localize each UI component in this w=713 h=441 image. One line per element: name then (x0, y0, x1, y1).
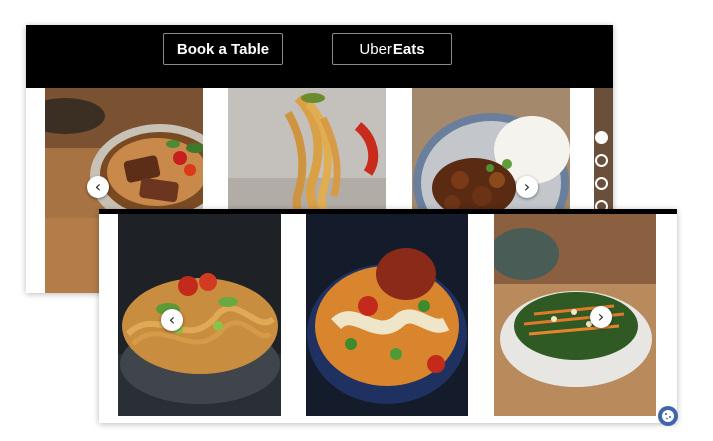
next-arrow-button[interactable]: › (516, 176, 538, 198)
prev-arrow-button[interactable]: ‹ (87, 176, 109, 198)
cookie-settings-button[interactable] (658, 406, 678, 426)
uber-label: Uber (359, 40, 392, 58)
pagination-dot-3[interactable] (595, 177, 608, 190)
noodle-salad-photo (118, 214, 281, 416)
book-a-table-button[interactable]: Book a Table (163, 33, 283, 65)
pagination-dot-1[interactable] (595, 131, 608, 144)
bottom-carousel-card: ‹ › (99, 209, 677, 423)
eats-label: Eats (392, 40, 425, 58)
prev-arrow-button-bottom[interactable]: ‹ (161, 309, 183, 331)
chevron-left-icon: ‹ (94, 177, 102, 196)
cookie-icon (662, 410, 674, 422)
sesame-greens-salad-photo (494, 214, 656, 416)
book-a-table-label: Book a Table (176, 40, 270, 58)
chevron-right-icon: › (597, 307, 605, 326)
carousel-slide-curry-soup[interactable] (306, 214, 468, 416)
uber-eats-button[interactable]: Uber Eats (332, 33, 452, 65)
chevron-left-icon: ‹ (168, 310, 176, 329)
header-bar: Book a Table Uber Eats (26, 25, 613, 88)
coconut-curry-soup-photo (306, 214, 468, 416)
chevron-right-icon: › (523, 177, 531, 196)
pagination-dot-2[interactable] (595, 154, 608, 167)
carousel-slide-noodle-salad[interactable]: ‹ (118, 214, 281, 416)
next-arrow-button-bottom[interactable]: › (590, 306, 612, 328)
carousel-slide-greens-salad[interactable]: › (494, 214, 656, 416)
